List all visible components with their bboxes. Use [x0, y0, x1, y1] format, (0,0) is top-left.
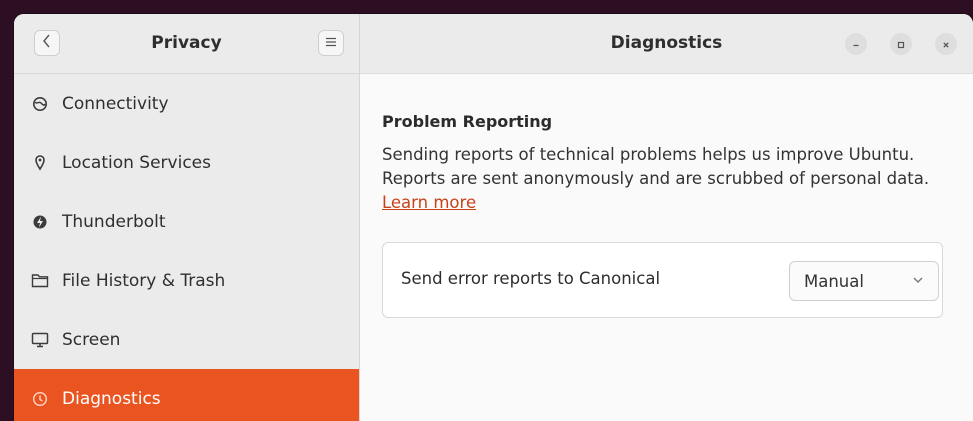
section-description: Sending reports of technical problems he…	[382, 143, 942, 215]
sidebar-header: Privacy	[14, 14, 359, 74]
menu-button[interactable]	[318, 30, 344, 56]
diagnostics-icon	[30, 389, 50, 409]
description-text: Sending reports of technical problems he…	[382, 145, 930, 188]
sidebar: Privacy Connectivity Location Services T…	[14, 14, 360, 421]
minimize-button[interactable]	[845, 33, 867, 55]
maximize-button[interactable]	[890, 33, 912, 55]
sidebar-item-screen[interactable]: Screen	[14, 310, 359, 369]
sidebar-item-diagnostics[interactable]: Diagnostics	[14, 369, 359, 421]
settings-window: Privacy Connectivity Location Services T…	[14, 14, 973, 421]
sidebar-nav: Connectivity Location Services Thunderbo…	[14, 74, 359, 421]
sidebar-item-label: Location Services	[62, 152, 211, 173]
folder-icon	[30, 271, 50, 291]
sidebar-title: Privacy	[151, 33, 222, 53]
sidebar-item-thunderbolt[interactable]: Thunderbolt	[14, 192, 359, 251]
sidebar-item-label: Connectivity	[62, 93, 169, 114]
error-reports-label: Send error reports to Canonical	[401, 269, 661, 288]
page-title: Diagnostics	[610, 33, 723, 53]
hamburger-menu-icon	[325, 35, 337, 51]
close-icon	[941, 35, 951, 54]
section-title: Problem Reporting	[382, 112, 553, 131]
sidebar-item-label: Screen	[62, 329, 121, 350]
main-header: Diagnostics	[360, 14, 973, 74]
thunderbolt-icon	[30, 212, 50, 232]
sidebar-item-file-history-trash[interactable]: File History & Trash	[14, 251, 359, 310]
error-reports-row: Send error reports to Canonical Manual	[382, 242, 943, 318]
globe-icon	[30, 94, 50, 114]
error-reports-dropdown[interactable]: Manual	[789, 261, 939, 301]
learn-more-link[interactable]: Learn more	[382, 193, 476, 212]
maximize-icon	[896, 35, 906, 54]
sidebar-item-location-services[interactable]: Location Services	[14, 133, 359, 192]
sidebar-item-connectivity[interactable]: Connectivity	[14, 74, 359, 133]
sidebar-item-label: Thunderbolt	[62, 211, 166, 232]
dropdown-value: Manual	[804, 272, 864, 291]
location-pin-icon	[30, 153, 50, 173]
main-panel: Diagnostics Problem Reporting Sending re…	[360, 14, 973, 421]
minimize-icon	[851, 35, 861, 54]
problem-reporting-section: Problem Reporting Sending reports of tec…	[382, 112, 953, 318]
sidebar-item-label: File History & Trash	[62, 270, 226, 291]
chevron-down-icon	[912, 272, 924, 292]
monitor-icon	[30, 330, 50, 350]
sidebar-item-label: Diagnostics	[62, 388, 161, 409]
close-button[interactable]	[935, 33, 957, 55]
